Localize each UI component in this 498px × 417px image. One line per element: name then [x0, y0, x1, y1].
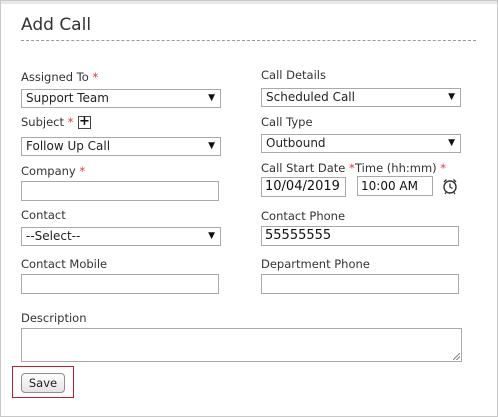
add-call-dialog: Add Call Assigned To * Support Team ▼ Ca…	[0, 0, 498, 417]
department-phone-input[interactable]	[261, 274, 459, 294]
description-label: Description	[21, 311, 87, 325]
title-divider	[21, 40, 476, 41]
call-details-select[interactable]: Scheduled Call ▼	[261, 88, 461, 107]
subject-label: Subject *	[21, 115, 73, 129]
assigned-to-select[interactable]: Support Team ▼	[21, 89, 221, 108]
call-start-date-input[interactable]: 10/04/2019	[261, 177, 346, 197]
contact-phone-input[interactable]: 55555555	[261, 226, 459, 246]
call-start-date-label: Call Start Date *	[261, 161, 355, 175]
company-label: Company *	[21, 164, 85, 178]
call-type-label: Call Type	[261, 115, 313, 129]
subject-value: Follow Up Call	[26, 139, 111, 153]
company-label-text: Company	[21, 164, 76, 178]
chevron-down-icon: ▼	[448, 138, 455, 148]
description-textarea[interactable]	[21, 328, 462, 362]
chevron-down-icon: ▼	[208, 93, 215, 103]
alarm-clock-icon[interactable]	[441, 177, 459, 195]
dialog-top-border	[1, 1, 497, 4]
add-subject-button[interactable]: +	[78, 115, 91, 129]
time-required-marker: *	[440, 161, 447, 175]
department-phone-label: Department Phone	[261, 257, 370, 271]
save-button[interactable]: Save	[21, 373, 65, 393]
assigned-to-required-marker: *	[92, 70, 99, 84]
dialog-title: Add Call	[21, 15, 92, 35]
contact-phone-label: Contact Phone	[261, 209, 346, 223]
chevron-down-icon: ▼	[208, 141, 215, 151]
time-input[interactable]: 10:00 AM	[357, 176, 433, 196]
company-required-marker: *	[79, 164, 86, 178]
assigned-to-label: Assigned To *	[21, 70, 98, 84]
subject-select[interactable]: Follow Up Call ▼	[21, 137, 221, 156]
chevron-down-icon: ▼	[448, 92, 455, 102]
subject-required-marker: *	[67, 115, 74, 129]
contact-mobile-input[interactable]	[21, 274, 219, 294]
time-label-text: Time (hh:mm)	[355, 161, 437, 175]
contact-value: --Select--	[26, 229, 81, 243]
time-label: Time (hh:mm) *	[355, 161, 446, 175]
contact-mobile-label: Contact Mobile	[21, 257, 108, 271]
contact-select[interactable]: --Select-- ▼	[21, 227, 221, 246]
call-start-date-required-marker: *	[349, 161, 355, 175]
assigned-to-value: Support Team	[26, 91, 109, 105]
chevron-down-icon: ▼	[208, 231, 215, 241]
call-start-date-label-text: Call Start Date	[261, 161, 346, 175]
resize-handle-icon[interactable]	[453, 353, 460, 360]
call-details-label: Call Details	[261, 68, 326, 82]
call-details-value: Scheduled Call	[266, 90, 355, 104]
subject-label-text: Subject	[21, 115, 64, 129]
company-input[interactable]	[21, 181, 219, 201]
call-type-select[interactable]: Outbound ▼	[261, 134, 461, 153]
assigned-to-label-text: Assigned To	[21, 70, 89, 84]
call-type-value: Outbound	[266, 136, 326, 150]
contact-label: Contact	[21, 208, 66, 222]
